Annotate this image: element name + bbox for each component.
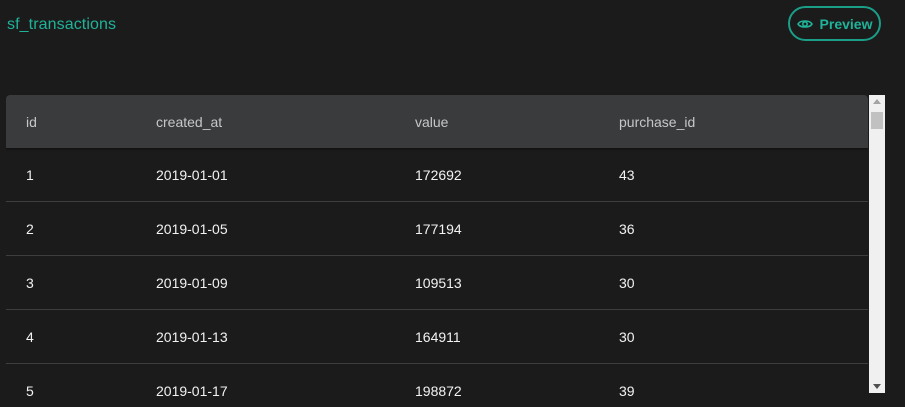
cell-created-at: 2019-01-01 bbox=[156, 166, 228, 183]
eye-icon bbox=[796, 19, 813, 28]
cell-purchase-id: 43 bbox=[619, 166, 635, 183]
data-table: id created_at value purchase_id 1 2019-0… bbox=[6, 95, 868, 407]
preview-button-label: Preview bbox=[819, 15, 873, 32]
cell-value: 164911 bbox=[415, 328, 461, 345]
cell-value: 109513 bbox=[415, 274, 462, 291]
cell-purchase-id: 36 bbox=[619, 220, 635, 237]
cell-created-at: 2019-01-13 bbox=[156, 328, 228, 345]
cell-id: 4 bbox=[26, 328, 34, 345]
cell-purchase-id: 30 bbox=[619, 328, 635, 345]
cell-id: 3 bbox=[26, 274, 34, 291]
cell-created-at: 2019-01-09 bbox=[156, 274, 228, 291]
cell-id: 1 bbox=[26, 166, 34, 183]
scroll-down-arrow-icon[interactable] bbox=[873, 384, 881, 389]
table-title: sf_transactions bbox=[7, 16, 117, 33]
scroll-up-arrow-icon[interactable] bbox=[873, 99, 881, 104]
column-header-purchase-id[interactable]: purchase_id bbox=[619, 95, 695, 148]
cell-value: 198872 bbox=[415, 382, 462, 399]
table-row: 5 2019-01-17 198872 39 bbox=[6, 364, 868, 407]
table-header: id created_at value purchase_id bbox=[6, 95, 868, 148]
table-row: 2 2019-01-05 177194 36 bbox=[6, 202, 868, 256]
column-header-value[interactable]: value bbox=[415, 95, 448, 148]
scroll-thumb[interactable] bbox=[871, 112, 883, 129]
column-header-id[interactable]: id bbox=[26, 95, 37, 148]
cell-purchase-id: 39 bbox=[619, 382, 635, 399]
cell-created-at: 2019-01-05 bbox=[156, 220, 228, 237]
vertical-scrollbar[interactable] bbox=[869, 95, 885, 393]
cell-created-at: 2019-01-17 bbox=[156, 382, 228, 399]
cell-id: 5 bbox=[26, 382, 34, 399]
table-row: 3 2019-01-09 109513 30 bbox=[6, 256, 868, 310]
column-header-created-at[interactable]: created_at bbox=[156, 95, 222, 148]
table-row: 4 2019-01-13 164911 30 bbox=[6, 310, 868, 364]
cell-value: 172692 bbox=[415, 166, 462, 183]
cell-purchase-id: 30 bbox=[619, 274, 635, 291]
page: sf_transactions Preview id created_at va… bbox=[0, 0, 905, 407]
cell-value: 177194 bbox=[415, 220, 462, 237]
cell-id: 2 bbox=[26, 220, 34, 237]
table-row: 1 2019-01-01 172692 43 bbox=[6, 148, 868, 202]
preview-button[interactable]: Preview bbox=[788, 6, 881, 41]
